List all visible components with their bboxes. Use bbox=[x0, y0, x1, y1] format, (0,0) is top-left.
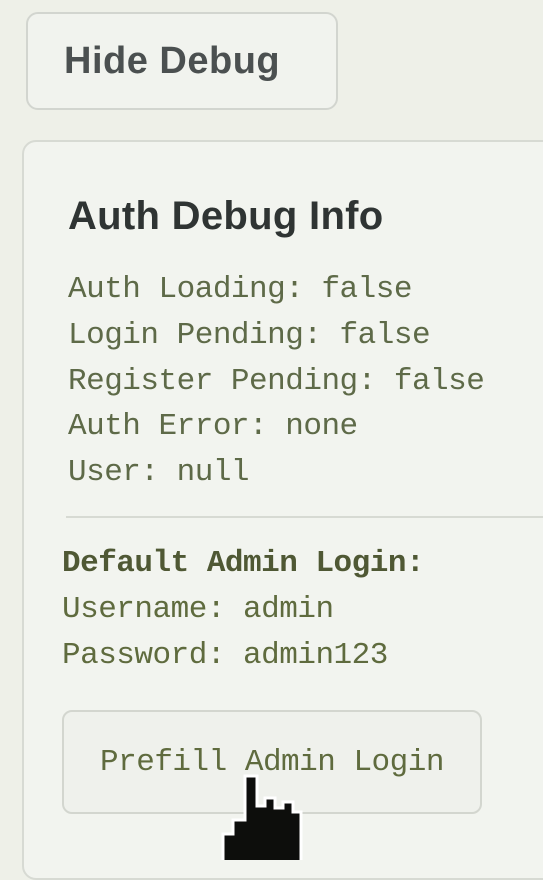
register-pending-status: Register Pending: false bbox=[68, 364, 485, 399]
login-pending-status: Login Pending: false bbox=[68, 318, 431, 353]
default-admin-heading: Default Admin Login: bbox=[62, 546, 425, 581]
auth-debug-panel: Auth Debug Info Auth Loading: false Logi… bbox=[22, 140, 543, 880]
admin-password: Password: admin123 bbox=[62, 638, 388, 673]
auth-error-status: Auth Error: none bbox=[68, 409, 358, 444]
user-status: User: null bbox=[68, 455, 250, 490]
hide-debug-button[interactable]: Hide Debug bbox=[26, 12, 338, 110]
auth-loading-status: Auth Loading: false bbox=[68, 272, 412, 307]
hand-pointer-icon bbox=[221, 774, 303, 860]
section-divider bbox=[66, 516, 543, 518]
admin-username: Username: admin bbox=[62, 592, 334, 627]
panel-title: Auth Debug Info bbox=[68, 194, 384, 238]
